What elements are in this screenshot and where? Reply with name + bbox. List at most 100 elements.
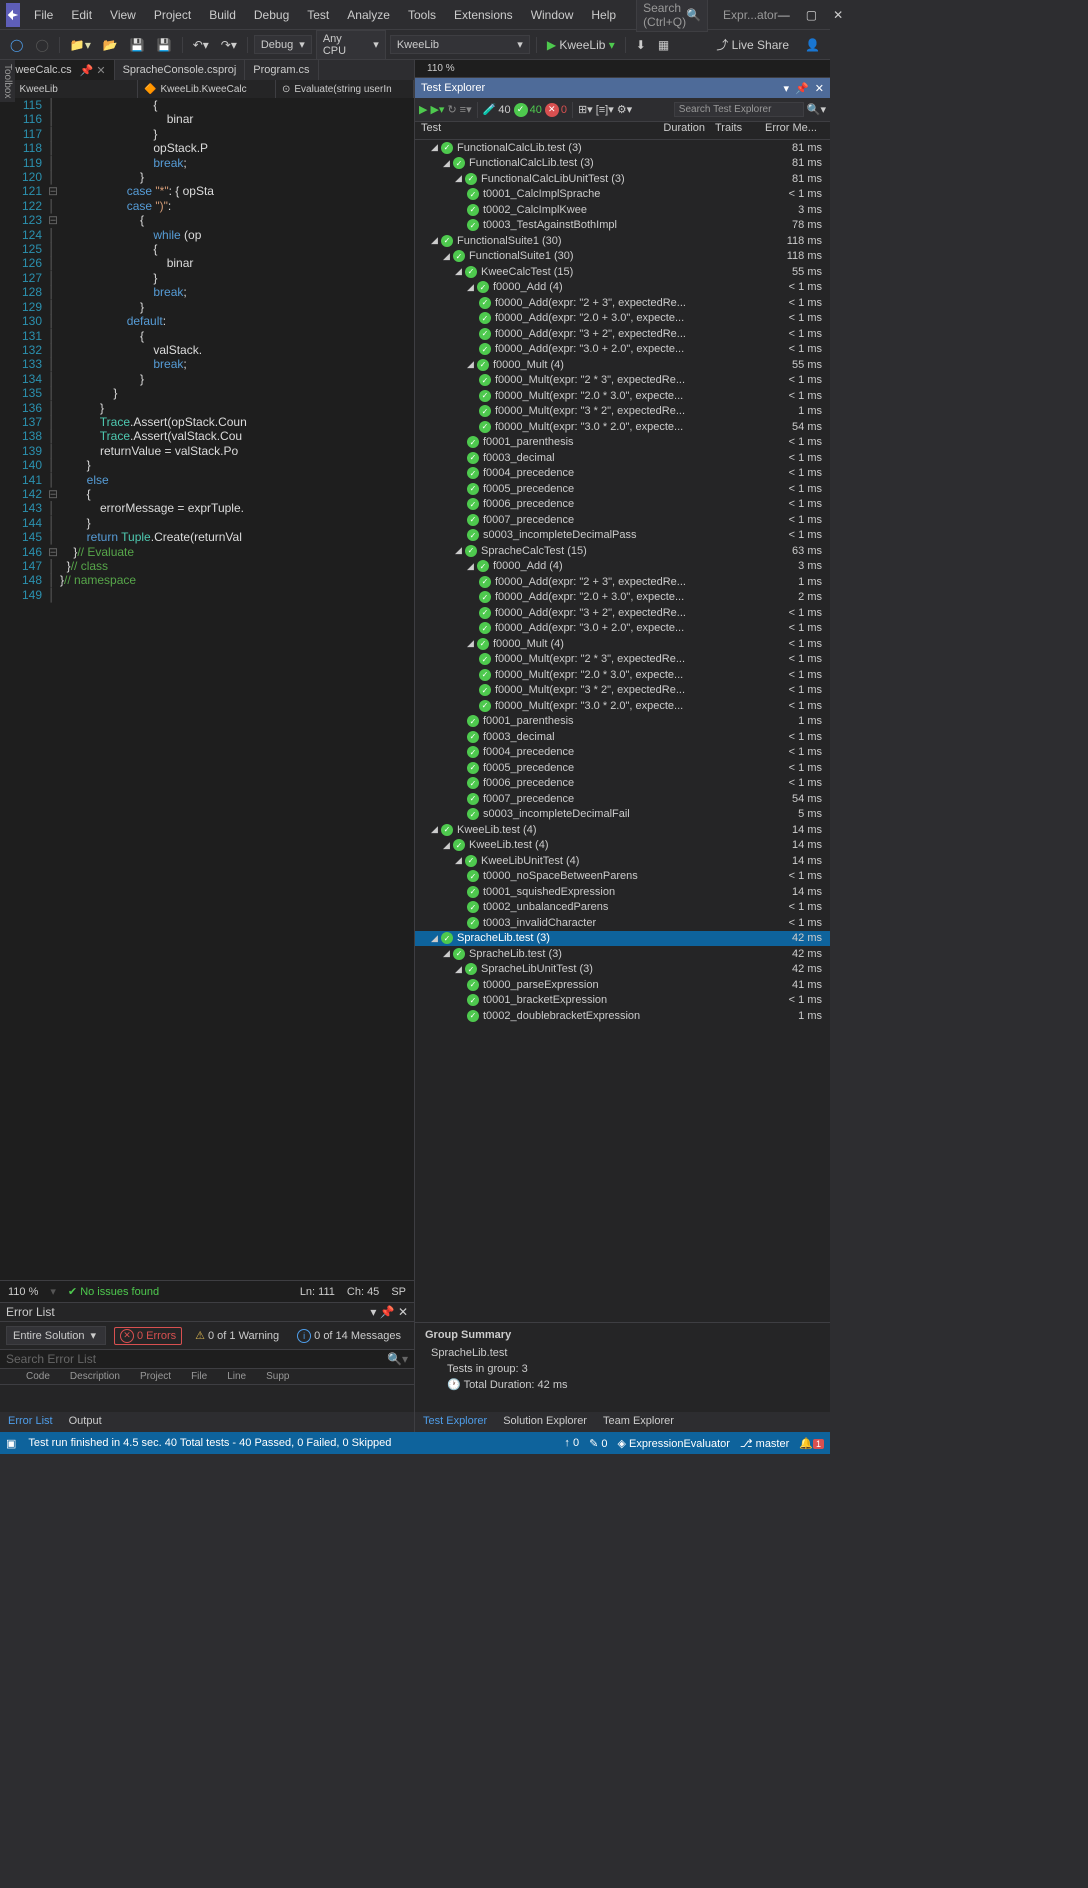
back-button[interactable]: ◯ bbox=[6, 36, 27, 54]
test-row[interactable]: ✓ f0006_precedence< 1 ms bbox=[415, 776, 830, 792]
save-button[interactable]: 💾 bbox=[126, 36, 149, 54]
test-row[interactable]: ✓ f0003_decimal< 1 ms bbox=[415, 450, 830, 466]
menu-file[interactable]: File bbox=[26, 3, 61, 27]
issues-indicator[interactable]: ✔ No issues found bbox=[68, 1285, 159, 1298]
test-row[interactable]: ✓ s0003_incompleteDecimalPass< 1 ms bbox=[415, 528, 830, 544]
test-row[interactable]: ✓ f0006_precedence< 1 ms bbox=[415, 497, 830, 513]
test-row[interactable]: ✓ f0000_Mult(expr: "2 * 3", expectedRe..… bbox=[415, 652, 830, 668]
nav-class[interactable]: 🔶 KweeLib.KweeCalc bbox=[138, 80, 276, 98]
test-row[interactable]: ◢✓ FunctionalSuite1 (30)118 ms bbox=[415, 249, 830, 265]
test-row[interactable]: ✓ f0000_Mult(expr: "2.0 * 3.0", expecte.… bbox=[415, 667, 830, 683]
config-dropdown[interactable]: Debug▾ bbox=[254, 35, 312, 54]
errors-badge[interactable]: ✕0 Errors bbox=[114, 1327, 182, 1345]
test-search[interactable]: Search Test Explorer bbox=[674, 102, 804, 117]
forward-button[interactable]: ◯ bbox=[31, 36, 52, 54]
menu-analyze[interactable]: Analyze bbox=[339, 3, 398, 27]
test-row[interactable]: ✓ f0007_precedence< 1 ms bbox=[415, 512, 830, 528]
misc-button[interactable]: ▦ bbox=[654, 36, 673, 54]
editor-tab[interactable]: KweeCalc.cs📌 ✕ bbox=[0, 60, 115, 80]
test-row[interactable]: ✓ t0001_squishedExpression14 ms bbox=[415, 884, 830, 900]
test-row[interactable]: ✓ f0000_Mult(expr: "2 * 3", expectedRe..… bbox=[415, 373, 830, 389]
toolbox-tab[interactable]: Toolbox bbox=[0, 60, 15, 102]
test-row[interactable]: ◢✓ KweeLibUnitTest (4)14 ms bbox=[415, 853, 830, 869]
open-button[interactable]: 📂 bbox=[99, 36, 122, 54]
search-box[interactable]: Search (Ctrl+Q)🔍 bbox=[636, 0, 708, 32]
test-row[interactable]: ✓ f0000_Add(expr: "2 + 3", expectedRe...… bbox=[415, 574, 830, 590]
new-project-button[interactable]: 📁▾ bbox=[66, 36, 95, 54]
run-button[interactable]: ▶ KweeLib ▾ bbox=[543, 36, 619, 54]
step-button[interactable]: ⬇ bbox=[632, 36, 650, 54]
dropdown-icon[interactable]: ▾ bbox=[784, 82, 790, 95]
zoom-level[interactable]: 110 % bbox=[8, 1286, 38, 1298]
test-row[interactable]: ✓ f0005_precedence< 1 ms bbox=[415, 760, 830, 776]
pin-icon[interactable]: 📌 bbox=[795, 82, 809, 95]
error-scope-dropdown[interactable]: Entire Solution▾ bbox=[6, 1326, 106, 1345]
test-row[interactable]: ✓ t0003_TestAgainstBothImpl78 ms bbox=[415, 218, 830, 234]
tab-solution-explorer[interactable]: Solution Explorer bbox=[495, 1412, 595, 1432]
test-row[interactable]: ✓ f0000_Add(expr: "3 + 2", expectedRe...… bbox=[415, 605, 830, 621]
test-row[interactable]: ◢✓ KweeLib.test (4)14 ms bbox=[415, 838, 830, 854]
editor-tab[interactable]: Program.cs bbox=[245, 60, 318, 80]
test-row[interactable]: ◢✓ SpracheLibUnitTest (3)42 ms bbox=[415, 962, 830, 978]
test-tree[interactable]: ◢✓ FunctionalCalcLib.test (3)81 ms ◢✓ Fu… bbox=[415, 140, 830, 1322]
test-row[interactable]: ✓ f0000_Add(expr: "3.0 + 2.0", expecte..… bbox=[415, 621, 830, 637]
fold-gutter[interactable]: ││││││⊟│⊟││││││││││││││││││⊟│││⊟│││ bbox=[48, 98, 60, 1280]
playlist-button[interactable]: ≡▾ bbox=[460, 103, 472, 116]
test-row[interactable]: ✓ t0003_invalidCharacter< 1 ms bbox=[415, 915, 830, 931]
nav-method[interactable]: ⊙ Evaluate(string userIn bbox=[276, 80, 414, 98]
test-row[interactable]: ✓ f0000_Add(expr: "3 + 2", expectedRe...… bbox=[415, 326, 830, 342]
branch-name[interactable]: ⎇ master bbox=[740, 1437, 789, 1450]
menu-view[interactable]: View bbox=[102, 3, 144, 27]
test-row[interactable]: ✓ f0005_precedence< 1 ms bbox=[415, 481, 830, 497]
close-icon[interactable]: ✕ bbox=[815, 82, 824, 95]
error-search[interactable]: Search Error List🔍▾ bbox=[0, 1350, 414, 1369]
redo-button[interactable]: ↷▾ bbox=[217, 36, 241, 54]
test-row[interactable]: ◢✓ SpracheLib.test (3)42 ms bbox=[415, 931, 830, 947]
test-row[interactable]: ✓ t0002_doublebracketExpression1 ms bbox=[415, 1008, 830, 1024]
test-row[interactable]: ✓ s0003_incompleteDecimalFail5 ms bbox=[415, 807, 830, 823]
run-all-button[interactable]: ▶ bbox=[419, 103, 427, 116]
test-row[interactable]: ✓ f0001_parenthesis< 1 ms bbox=[415, 435, 830, 451]
passed-tests[interactable]: ✓40 bbox=[514, 103, 542, 117]
warnings-badge[interactable]: ⚠ 0 of 1 Warning bbox=[190, 1328, 284, 1343]
menu-build[interactable]: Build bbox=[201, 3, 244, 27]
editor-tab[interactable]: SpracheConsole.csproj bbox=[115, 60, 246, 80]
messages-badge[interactable]: i 0 of 14 Messages bbox=[292, 1328, 406, 1344]
run-button[interactable]: ▶▾ bbox=[430, 103, 444, 116]
test-row[interactable]: ✓ f0000_Mult(expr: "3 * 2", expectedRe..… bbox=[415, 404, 830, 420]
tab-output[interactable]: Output bbox=[61, 1412, 110, 1432]
test-row[interactable]: ✓ f0007_precedence54 ms bbox=[415, 791, 830, 807]
nav-namespace[interactable]: ▢ KweeLib bbox=[0, 80, 138, 98]
menu-debug[interactable]: Debug bbox=[246, 3, 297, 27]
total-tests[interactable]: 🧪40 bbox=[483, 103, 511, 116]
pending-icon[interactable]: ✎ 0 bbox=[589, 1437, 607, 1450]
app-logo[interactable] bbox=[6, 3, 20, 27]
test-row[interactable]: ◢✓ FunctionalCalcLib.test (3)81 ms bbox=[415, 140, 830, 156]
test-row[interactable]: ✓ t0001_bracketExpression< 1 ms bbox=[415, 993, 830, 1009]
test-row[interactable]: ◢✓ f0000_Mult (4)< 1 ms bbox=[415, 636, 830, 652]
test-row[interactable]: ✓ f0000_Mult(expr: "3.0 * 2.0", expecte.… bbox=[415, 698, 830, 714]
repeat-button[interactable]: ↻ bbox=[447, 103, 456, 116]
platform-dropdown[interactable]: Any CPU▾ bbox=[316, 30, 386, 60]
tab-team-explorer[interactable]: Team Explorer bbox=[595, 1412, 682, 1432]
test-row[interactable]: ◢✓ FunctionalSuite1 (30)118 ms bbox=[415, 233, 830, 249]
test-row[interactable]: ✓ f0004_precedence< 1 ms bbox=[415, 745, 830, 761]
menu-extensions[interactable]: Extensions bbox=[446, 3, 521, 27]
test-row[interactable]: ◢✓ SpracheCalcTest (15)63 ms bbox=[415, 543, 830, 559]
menu-tools[interactable]: Tools bbox=[400, 3, 444, 27]
code-editor[interactable]: 1151161171181191201211221231241251261271… bbox=[0, 98, 414, 1280]
test-row[interactable]: ✓ f0000_Add(expr: "2 + 3", expectedRe...… bbox=[415, 295, 830, 311]
test-row[interactable]: ✓ t0000_parseExpression41 ms bbox=[415, 977, 830, 993]
publish-icon[interactable]: ↑ 0 bbox=[564, 1437, 579, 1449]
tab-error-list[interactable]: Error List bbox=[0, 1412, 61, 1432]
test-row[interactable]: ✓ f0003_decimal< 1 ms bbox=[415, 729, 830, 745]
menu-project[interactable]: Project bbox=[146, 3, 199, 27]
zoom-level-2[interactable]: 110 % bbox=[427, 63, 455, 74]
test-row[interactable]: ✓ t0001_CalcImplSprache< 1 ms bbox=[415, 187, 830, 203]
test-row[interactable]: ◢✓ f0000_Add (4)3 ms bbox=[415, 559, 830, 575]
test-row[interactable]: ◢✓ KweeCalcTest (15)55 ms bbox=[415, 264, 830, 280]
settings-button[interactable]: ⚙▾ bbox=[617, 103, 632, 116]
test-row[interactable]: ✓ f0000_Mult(expr: "2.0 * 3.0", expecte.… bbox=[415, 388, 830, 404]
test-row[interactable]: ◢✓ FunctionalCalcLib.test (3)81 ms bbox=[415, 156, 830, 172]
menu-help[interactable]: Help bbox=[583, 3, 624, 27]
